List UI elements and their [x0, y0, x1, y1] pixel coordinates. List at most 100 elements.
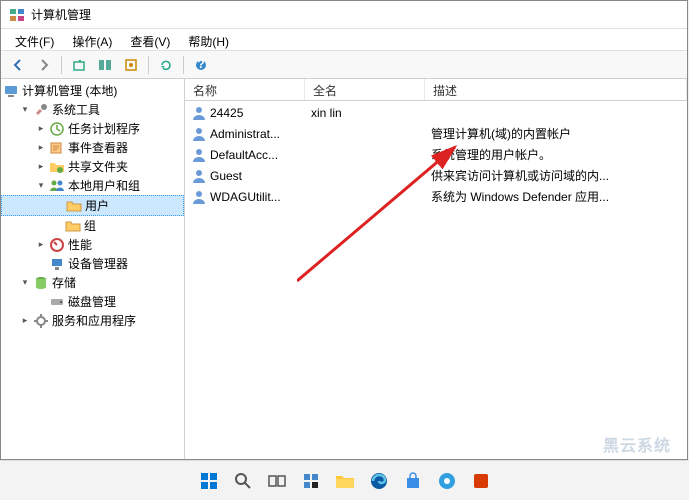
taskbar-search-icon[interactable]	[229, 467, 257, 495]
tree-label: 磁盘管理	[68, 293, 116, 310]
column-header-name[interactable]: 名称	[185, 79, 305, 100]
list-pane: 名称 全名 描述 24425xin linAdministrat...管理计算机…	[185, 79, 687, 459]
expander-icon[interactable]: ▾	[19, 104, 31, 116]
list-row[interactable]: 24425xin lin	[185, 103, 687, 123]
tree-groups[interactable]: 组	[1, 216, 184, 235]
tree-label: 共享文件夹	[68, 158, 128, 175]
toolbar-separator	[183, 56, 184, 74]
svg-text:?: ?	[197, 58, 204, 71]
expander-spacer	[35, 258, 47, 270]
menu-file[interactable]: 文件(F)	[7, 31, 62, 48]
tree-label: 本地用户和组	[68, 177, 140, 194]
expander-icon[interactable]: ▸	[35, 161, 47, 173]
toolbar-back-button[interactable]	[7, 54, 29, 76]
column-header-fullname[interactable]: 全名	[305, 79, 425, 100]
tree-performance[interactable]: ▸ 性能	[1, 235, 184, 254]
disk-icon	[49, 294, 65, 310]
toolbar-show-hide-button[interactable]	[94, 54, 116, 76]
tree-label: 服务和应用程序	[52, 312, 136, 329]
taskbar-settings-icon[interactable]	[433, 467, 461, 495]
tree-event-viewer[interactable]: ▸ 事件查看器	[1, 138, 184, 157]
tree-label: 设备管理器	[68, 255, 128, 272]
folder-icon	[65, 218, 81, 234]
tree-services-apps[interactable]: ▸ 服务和应用程序	[1, 311, 184, 330]
expander-icon[interactable]: ▸	[35, 123, 47, 135]
services-icon	[33, 313, 49, 329]
toolbar-export-button[interactable]	[120, 54, 142, 76]
cell-fullname	[305, 196, 425, 198]
tree-label: 用户	[85, 197, 109, 214]
users-icon	[49, 178, 65, 194]
taskbar-edge-icon[interactable]	[365, 467, 393, 495]
toolbar-forward-button[interactable]	[33, 54, 55, 76]
taskbar-start-button[interactable]	[195, 467, 223, 495]
user-icon	[191, 168, 207, 184]
list-row[interactable]: Administrat...管理计算机(域)的内置帐户	[185, 123, 687, 144]
user-icon	[191, 105, 207, 121]
menu-help[interactable]: 帮助(H)	[180, 31, 237, 48]
cell-description: 系统为 Windows Defender 应用...	[425, 187, 687, 206]
expander-icon[interactable]: ▾	[35, 180, 47, 192]
tree-storage[interactable]: ▾ 存储	[1, 273, 184, 292]
cell-fullname	[305, 133, 425, 135]
expander-spacer	[52, 200, 64, 212]
user-icon	[191, 147, 207, 163]
cell-name: 24425	[185, 104, 305, 122]
menu-view[interactable]: 查看(V)	[122, 31, 178, 48]
clock-icon	[49, 121, 65, 137]
cell-description: 管理计算机(域)的内置帐户	[425, 124, 687, 143]
toolbar-refresh-button[interactable]	[155, 54, 177, 76]
performance-icon	[49, 237, 65, 253]
cell-fullname	[305, 154, 425, 156]
cell-description: 供来宾访问计算机或访问域的内...	[425, 166, 687, 185]
taskbar-explorer-icon[interactable]	[331, 467, 359, 495]
tree-label: 存储	[52, 274, 76, 291]
tree-label: 系统工具	[52, 101, 100, 118]
list-body: 24425xin linAdministrat...管理计算机(域)的内置帐户D…	[185, 101, 687, 209]
taskbar-store-icon[interactable]	[399, 467, 427, 495]
app-window: 计算机管理 文件(F) 操作(A) 查看(V) 帮助(H) ? 计算机管理 (本…	[0, 0, 688, 460]
storage-icon	[33, 275, 49, 291]
tree-local-users-groups[interactable]: ▾ 本地用户和组	[1, 176, 184, 195]
tree-shared-folders[interactable]: ▸ 共享文件夹	[1, 157, 184, 176]
tree-pane[interactable]: 计算机管理 (本地) ▾ 系统工具 ▸ 任务计划程序 ▸ 事件查看器 ▸ 共享文…	[1, 79, 185, 459]
toolbar-help-button[interactable]: ?	[190, 54, 212, 76]
tree-system-tools[interactable]: ▾ 系统工具	[1, 100, 184, 119]
content-area: 计算机管理 (本地) ▾ 系统工具 ▸ 任务计划程序 ▸ 事件查看器 ▸ 共享文…	[1, 79, 687, 459]
app-icon	[9, 7, 25, 23]
tree-task-scheduler[interactable]: ▸ 任务计划程序	[1, 119, 184, 138]
column-header-description[interactable]: 描述	[425, 79, 687, 100]
event-icon	[49, 140, 65, 156]
computer-icon	[3, 83, 19, 99]
taskbar-taskview-icon[interactable]	[263, 467, 291, 495]
cell-fullname: xin lin	[305, 105, 425, 121]
user-icon	[191, 126, 207, 142]
tree-device-manager[interactable]: 设备管理器	[1, 254, 184, 273]
expander-icon[interactable]: ▸	[35, 142, 47, 154]
folder-icon	[66, 198, 82, 214]
toolbar-separator	[61, 56, 62, 74]
menu-action[interactable]: 操作(A)	[64, 31, 120, 48]
window-title: 计算机管理	[31, 6, 91, 23]
tree-root[interactable]: 计算机管理 (本地)	[1, 81, 184, 100]
cell-name: Guest	[185, 167, 305, 185]
expander-icon[interactable]: ▾	[19, 277, 31, 289]
toolbar: ?	[1, 51, 687, 79]
cell-description	[425, 112, 687, 114]
tree-label: 组	[84, 217, 96, 234]
taskbar-widgets-icon[interactable]	[297, 467, 325, 495]
toolbar-up-button[interactable]	[68, 54, 90, 76]
list-row[interactable]: Guest 供来宾访问计算机或访问域的内...	[185, 165, 687, 186]
list-header: 名称 全名 描述	[185, 79, 687, 101]
tree-label: 性能	[68, 236, 92, 253]
tree-users[interactable]: 用户	[1, 195, 184, 216]
cell-fullname	[305, 175, 425, 177]
tree-disk-management[interactable]: 磁盘管理	[1, 292, 184, 311]
list-row[interactable]: WDAGUtilit...系统为 Windows Defender 应用...	[185, 186, 687, 207]
expander-icon[interactable]: ▸	[35, 239, 47, 251]
tree-label: 任务计划程序	[68, 120, 140, 137]
list-row[interactable]: DefaultAcc...系统管理的用户帐户。	[185, 144, 687, 165]
expander-icon[interactable]: ▸	[19, 315, 31, 327]
cell-description: 系统管理的用户帐户。	[425, 145, 687, 164]
taskbar-app-icon[interactable]	[467, 467, 495, 495]
